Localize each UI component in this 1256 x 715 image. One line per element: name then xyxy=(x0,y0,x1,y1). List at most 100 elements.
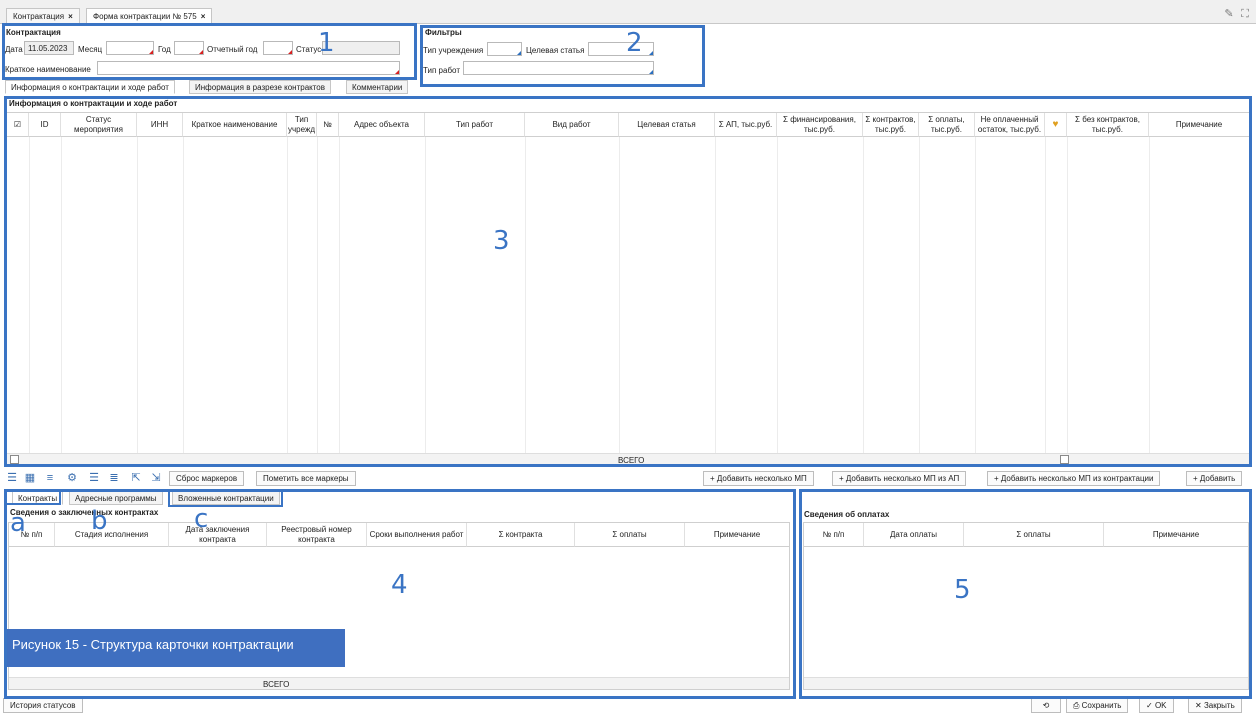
annotation-letter-c: c xyxy=(194,504,209,534)
export-icon[interactable]: ⇱ xyxy=(130,472,142,484)
col-address[interactable]: Адрес объекта xyxy=(339,113,425,137)
settings-icon[interactable]: ⚙ xyxy=(66,472,78,484)
col-payment-date[interactable]: Дата оплаты xyxy=(864,523,964,547)
contracts-title: Сведения о заключенных контрактах xyxy=(10,508,159,517)
save-button[interactable]: ⎙ Сохранить xyxy=(1066,698,1129,713)
main-grid-title: Информация о контрактации и ходе работ xyxy=(9,99,178,108)
subtab-contracting-info[interactable]: Информация о контрактации и ходе работ xyxy=(5,80,175,94)
col-contract-date[interactable]: Дата заключения контракта xyxy=(169,523,267,547)
col-stage[interactable]: Стадия исполнения xyxy=(55,523,169,547)
row-checkbox[interactable] xyxy=(10,455,19,464)
close-icon: ✕ xyxy=(1195,701,1202,710)
date-field[interactable]: 11.05.2023 xyxy=(24,41,74,55)
annotation-letter-b: b xyxy=(91,506,108,536)
month-field[interactable] xyxy=(106,41,154,55)
add-from-contracting-button[interactable]: + Добавить несколько МП из контрактации xyxy=(987,471,1161,486)
annotation-letter-a: a xyxy=(10,508,26,538)
mark-all-button[interactable]: Пометить все маркеры xyxy=(256,471,356,486)
close-icon[interactable]: × xyxy=(201,12,206,21)
col-number[interactable]: № xyxy=(317,113,339,137)
report-year-label: Отчетный год xyxy=(207,45,258,54)
history-button[interactable]: История статусов xyxy=(3,698,83,713)
col-contract-note[interactable]: Примечание xyxy=(685,523,789,547)
payments-title: Сведения об оплатах xyxy=(804,510,890,519)
col-work-kind[interactable]: Вид работ xyxy=(525,113,619,137)
list-icon[interactable]: ☰ xyxy=(6,472,18,484)
select-all-checkbox[interactable]: ☑ xyxy=(7,113,29,137)
col-unpaid[interactable]: Не оплаченный остаток, тыс.руб. xyxy=(975,113,1045,137)
main-grid: ☑ ID Статус мероприятия ИНН Краткое наим… xyxy=(6,112,1250,466)
col-target[interactable]: Целевая статья xyxy=(619,113,715,137)
reset-markers-button[interactable]: Сброс маркеров xyxy=(169,471,245,486)
year-field[interactable] xyxy=(174,41,204,55)
col-org-type[interactable]: Тип учрежд xyxy=(287,113,317,137)
col-payment-note[interactable]: Примечание xyxy=(1104,523,1248,547)
import-icon[interactable]: ⇲ xyxy=(150,472,162,484)
subtab-comments[interactable]: Комментарии xyxy=(346,80,409,94)
col-contract-sum[interactable]: Σ контракта xyxy=(467,523,575,547)
col-payment-sum[interactable]: Σ оплаты xyxy=(575,523,685,547)
heart-icon[interactable]: ♥ xyxy=(1045,113,1067,137)
col-note[interactable]: Примечание xyxy=(1149,113,1249,137)
add-several-button[interactable]: + Добавить несколько МП xyxy=(703,471,814,486)
sort-icon[interactable]: ≣ xyxy=(108,472,120,484)
annotation-number-5: 5 xyxy=(954,575,971,605)
figure-caption: Рисунок 15 - Структура карточки контракт… xyxy=(4,629,345,667)
col-short-name[interactable]: Краткое наименование xyxy=(183,113,287,137)
short-name-label: Краткое наименование xyxy=(5,65,91,74)
col-id[interactable]: ID xyxy=(29,113,61,137)
close-icon[interactable]: × xyxy=(68,12,73,21)
expand-icon[interactable]: ⛶ xyxy=(1239,8,1251,20)
grid-icon[interactable]: ▦ xyxy=(24,472,36,484)
date-label: Дата xyxy=(5,45,23,54)
col-sum-financing[interactable]: Σ финансирования, тыс.руб. xyxy=(777,113,863,137)
tab-contracting[interactable]: Контрактация × xyxy=(6,8,80,24)
col-sum-ap[interactable]: Σ АП, тыс.руб. xyxy=(715,113,777,137)
org-type-field[interactable] xyxy=(487,42,522,56)
work-type-label: Тип работ xyxy=(423,66,460,75)
org-type-label: Тип учреждения xyxy=(423,46,484,55)
col-status[interactable]: Статус мероприятия xyxy=(61,113,137,137)
filters-title: Фильтры xyxy=(425,28,462,37)
main-total-label: ВСЕГО xyxy=(618,456,645,465)
target-label: Целевая статья xyxy=(526,46,585,55)
col-sum-payment[interactable]: Σ оплаты, тыс.руб. xyxy=(919,113,975,137)
tab-contract-form[interactable]: Форма контрактации № 575 × xyxy=(86,8,213,24)
col-payment-amount[interactable]: Σ оплаты xyxy=(964,523,1104,547)
col-sum-contracts[interactable]: Σ контрактов, тыс.руб. xyxy=(863,113,919,137)
work-type-field[interactable] xyxy=(463,61,654,75)
month-label: Месяц xyxy=(78,45,103,54)
annotation-box-2 xyxy=(420,25,705,87)
annotation-number-3: 3 xyxy=(493,226,510,256)
contracting-title: Контрактация xyxy=(6,28,61,37)
annotation-number-1: 1 xyxy=(318,28,335,58)
tab-nested-contracting[interactable]: Вложенные контрактации xyxy=(172,491,280,505)
add-button[interactable]: + Добавить xyxy=(1186,471,1243,486)
annotation-number-4: 4 xyxy=(391,570,408,600)
ok-button[interactable]: ✓ OK xyxy=(1139,698,1174,713)
contracts-total-label: ВСЕГО xyxy=(263,680,290,689)
refresh-icon[interactable]: ⟲ xyxy=(1031,698,1061,713)
report-year-field[interactable] xyxy=(263,41,293,55)
filter-icon[interactable]: ≡ xyxy=(44,472,56,484)
tab-contracts[interactable]: Контракты xyxy=(12,491,64,505)
col-work-type[interactable]: Тип работ xyxy=(425,113,525,137)
col-payment-index[interactable]: № п/п xyxy=(804,523,864,547)
close-button[interactable]: ✕ Закрыть xyxy=(1188,698,1242,713)
col-inn[interactable]: ИНН xyxy=(137,113,183,137)
subtab-by-contracts[interactable]: Информация в разрезе контрактов xyxy=(189,80,332,94)
check-icon: ✓ xyxy=(1146,701,1153,710)
indent-icon[interactable]: ☰ xyxy=(88,472,100,484)
col-registry-number[interactable]: Реестровый номер контракта xyxy=(267,523,367,547)
add-from-ap-button[interactable]: + Добавить несколько МП из АП xyxy=(832,471,967,486)
pencil-icon[interactable]: ✎ xyxy=(1223,8,1235,20)
year-label: Год xyxy=(158,45,171,54)
save-icon: ⎙ xyxy=(1073,701,1080,710)
col-work-terms[interactable]: Сроки выполнения работ xyxy=(367,523,467,547)
tab-address-programs[interactable]: Адресные программы xyxy=(69,491,163,505)
short-name-field[interactable] xyxy=(97,61,400,75)
target-field[interactable] xyxy=(588,42,654,56)
annotation-number-2: 2 xyxy=(626,28,643,58)
total-checkbox[interactable] xyxy=(1060,455,1069,464)
col-sum-no-contracts[interactable]: Σ без контрактов, тыс.руб. xyxy=(1067,113,1149,137)
